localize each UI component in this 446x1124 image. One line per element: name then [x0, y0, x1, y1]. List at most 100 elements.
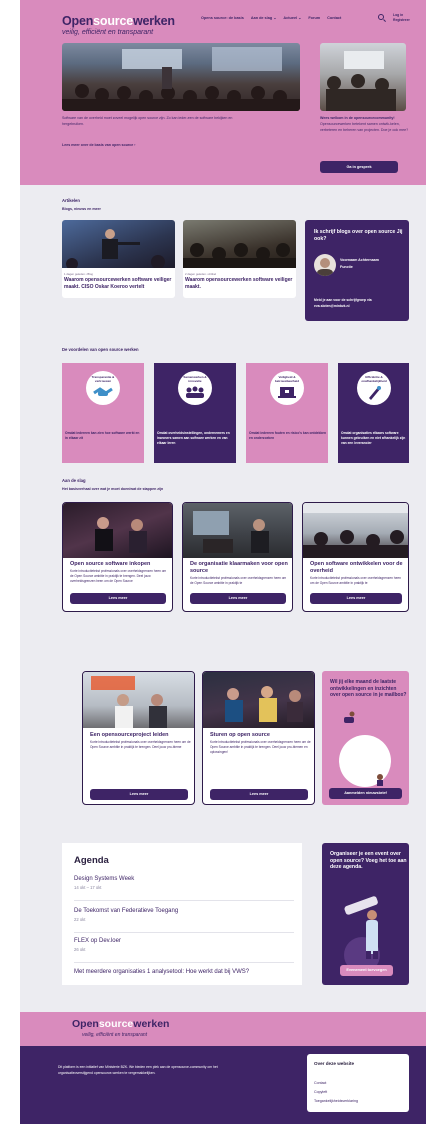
hero-photo-image: [62, 47, 300, 111]
start-card-text: Korte introductietekst professionals ove…: [210, 740, 311, 754]
read-more-button[interactable]: Lees meer: [310, 593, 402, 604]
author-role: Functie: [340, 265, 353, 269]
agenda-item[interactable]: Met meerdere organisaties 1 analysetool:…: [74, 968, 300, 982]
nav-item-basis[interactable]: Opens source: de basis: [201, 16, 244, 20]
blog-invite-title: Ik schrijf blogs over open source Jij oo…: [314, 229, 403, 242]
start-card-title: De organisatie klaarmaken voor open sour…: [190, 561, 288, 574]
handshake-icon: [93, 387, 113, 396]
community-photo-image: [326, 51, 396, 111]
start-card-title: Open source software inkopen: [70, 561, 151, 567]
read-more-button[interactable]: Lees meer: [210, 789, 308, 800]
welcome-text: Opensourcewerken betekent samen ontwik-k…: [320, 122, 409, 132]
agenda-item-date: 22 okt: [74, 917, 86, 922]
benefit-card: Efficiëntie & onafhankelijkheid Omdat or…: [338, 363, 409, 463]
welcome-title: Wees welkom in de opensourcecommunity!: [320, 116, 395, 120]
start-card-photo-image: [91, 676, 167, 728]
agenda-item-title[interactable]: FLEX op Dev.loer: [74, 937, 294, 946]
article-photo: [183, 220, 296, 268]
agenda-item-title[interactable]: Met meerdere organisaties 1 analysetool:…: [74, 968, 300, 977]
article-card[interactable]: 1 dagen geleden • Blog Waarom opensource…: [62, 220, 175, 298]
start-card-photo: [183, 503, 292, 558]
footer-logo-werken-text: werken: [133, 1018, 170, 1030]
avatar-image: [317, 258, 333, 276]
start-card: De organisatie klaarmaken voor open sour…: [182, 502, 293, 612]
logo-open-text: Open: [62, 14, 94, 28]
search-icon[interactable]: [378, 14, 384, 20]
benefit-text: Omdat iedereen kan zien hoe software wer…: [65, 431, 140, 440]
nav-item-contact[interactable]: Contact: [327, 16, 341, 20]
footer-logo-open-text: Open: [72, 1018, 99, 1030]
hero-photo: [62, 43, 300, 111]
articles-heading: Artikelen: [62, 198, 80, 203]
footer-about-title: Over deze website: [314, 1061, 355, 1066]
articles-subheading: Blogs, nieuws en meer: [62, 207, 101, 211]
community-photo: [320, 43, 406, 111]
footer-tagline: veilig, efficiënt en transparant: [82, 1032, 148, 1038]
article-photo: [62, 220, 175, 268]
footer-link-contact[interactable]: Contact: [314, 1081, 326, 1085]
start-subheading: Het basisverhaal over wat je moet doen/w…: [62, 487, 164, 491]
start-card-photo: [203, 672, 314, 728]
nav-item-actueel[interactable]: Actueel ⌄: [283, 15, 301, 20]
nav-item-forum[interactable]: Forum: [308, 16, 320, 20]
agenda-item[interactable]: De Toekomst van Federatieve Toegang 22 o…: [74, 907, 294, 933]
article-title[interactable]: Waarom opensourcewerken software veilige…: [185, 277, 295, 290]
start-card: Een opensourceproject leiden Korte intro…: [82, 671, 195, 805]
nav-item-aan-de-slag[interactable]: Aan de slag ⌄: [251, 15, 277, 20]
add-event-button[interactable]: Evenement toevoegen: [340, 965, 393, 976]
main-nav: Opens source: de basis Aan de slag ⌄ Act…: [201, 15, 341, 21]
read-more-button[interactable]: Lees meer: [70, 593, 166, 604]
start-heading: Aan de slag: [62, 478, 86, 483]
footer-link-accessibility[interactable]: Toegankelijkheidsverklaring: [314, 1099, 358, 1103]
start-card-photo-image: [95, 517, 147, 553]
start-conversation-button[interactable]: Ga in gesprek: [320, 161, 398, 173]
start-card: Sturen op open source Korte introductiet…: [202, 671, 315, 805]
benefit-text: Omdat organisaties elkaars software kunn…: [341, 431, 406, 445]
author-name: Voornaam Achternaam: [340, 258, 379, 262]
start-card-photo: [303, 503, 408, 558]
footer-logo-source-text: source: [98, 1018, 134, 1030]
read-more-button[interactable]: Lees meer: [190, 593, 286, 604]
article-title[interactable]: Waarom opensourcewerken software veilige…: [64, 277, 174, 290]
event-box: Organiseer je een event over open source…: [322, 843, 409, 985]
benefit-icon-circle: Efficiëntie & onafhankelijkheid: [357, 371, 391, 405]
header: Opensourcewerken veilig, efficiënt en tr…: [20, 0, 426, 185]
people-icon: [186, 386, 204, 398]
footer-link-copyleft[interactable]: Copyleft: [314, 1090, 327, 1094]
benefit-icon-circle: Transparantie & vertrouwen: [86, 371, 120, 405]
start-card-title: Sturen op open source: [210, 732, 270, 738]
agenda-item-title[interactable]: De Toekomst van Federatieve Toegang: [74, 907, 294, 916]
register-link[interactable]: Registreer: [393, 18, 410, 23]
article-photo-image: [183, 243, 296, 268]
newsletter-signup-button[interactable]: Aanmelden nieuwsbrief: [329, 788, 402, 799]
logo-werken-text: werken: [132, 14, 175, 28]
read-more-button[interactable]: Lees meer: [90, 789, 188, 800]
benefit-icon-circle: Veiligheid & betrouwbaarheid: [270, 371, 304, 405]
rocket-icon: [369, 386, 381, 400]
logo-source-text: source: [93, 14, 133, 28]
start-card-title: Een opensourceproject leiden: [90, 732, 169, 738]
agenda-item[interactable]: FLEX op Dev.loer 26 okt: [74, 937, 294, 963]
footer-brand-band: Opensourcewerken veilig, efficiënt en tr…: [20, 1012, 426, 1046]
agenda-item-title[interactable]: Design Systems Week: [74, 875, 294, 884]
page: Opensourcewerken veilig, efficiënt en tr…: [20, 0, 426, 1124]
start-card-text: Korte introductietekst professionals ove…: [310, 576, 401, 585]
blog-invite-text[interactable]: Meld je aan voor de schrijfgroep via eva…: [314, 298, 404, 309]
benefit-card: Transparantie & vertrouwen Omdat iederee…: [62, 363, 144, 463]
start-card: Open software ontwikkelen voor de overhe…: [302, 502, 409, 612]
start-card-photo-image: [303, 503, 408, 558]
start-card-photo: [63, 503, 172, 558]
footer-logo[interactable]: Opensourcewerken: [72, 1018, 169, 1030]
site-tagline: veilig, efficiënt en transparant: [62, 29, 154, 36]
start-card-photo: [83, 672, 194, 728]
start-card-text: Korte introductietekst professionals ove…: [90, 740, 191, 749]
agenda-item[interactable]: Design Systems Week 14 okt – 17 okt: [74, 875, 294, 901]
start-card-photo-image: [193, 511, 269, 553]
laptop-lock-icon: [278, 387, 296, 398]
agenda-item-date: 26 okt: [74, 947, 86, 952]
article-card[interactable]: 2 dagen geleden • Artikel Waarom opensou…: [183, 220, 296, 298]
intro-link[interactable]: Lees meer over de basis van open source …: [62, 143, 136, 149]
benefits-heading: De voordelen van open source werken: [62, 347, 139, 352]
site-logo[interactable]: Opensourcewerken: [62, 14, 175, 28]
newsletter-box: Wil jij elke maand de laatste ontwikkeli…: [322, 671, 409, 805]
